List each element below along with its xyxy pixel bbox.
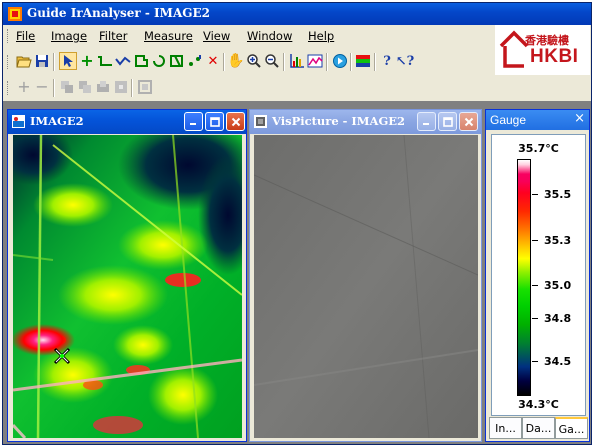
crosshair-icon[interactable]: +	[78, 52, 96, 70]
gauge-tick	[532, 318, 538, 319]
toolbar-separator	[131, 79, 133, 97]
fit-icon[interactable]	[136, 78, 154, 96]
tab-gauge[interactable]: Ga...	[555, 417, 588, 439]
vis-window-icon	[254, 115, 267, 128]
profile-icon[interactable]	[306, 52, 324, 70]
gauge-tick-label: 35.5	[544, 188, 572, 201]
image-window-title: IMAGE2	[30, 114, 84, 128]
toolbar-grip[interactable]	[7, 81, 11, 95]
window-title: Guide IrAnalyser - IMAGE2	[27, 6, 211, 20]
gauge-tick-label: 35.0	[544, 279, 572, 292]
pointer-icon[interactable]	[59, 52, 77, 70]
secondary-toolbar: + −	[3, 75, 591, 101]
gauge-body: 35.7°C 35.5 35.3 35.0 34.8 34.5 34.3°C	[491, 134, 586, 416]
split-icon[interactable]	[112, 78, 130, 96]
line-icon[interactable]	[96, 52, 114, 70]
app-icon	[8, 7, 22, 21]
toolbar-separator	[53, 79, 55, 97]
save-icon[interactable]	[33, 52, 51, 70]
panel-tabs: In... Da... Ga...	[489, 417, 588, 439]
minimize-button[interactable]	[417, 112, 436, 131]
toolbar-separator	[326, 53, 328, 71]
remove-icon[interactable]: −	[33, 78, 51, 96]
color-scale-bar[interactable]	[517, 159, 531, 396]
vis-window-title: VisPicture - IMAGE2	[272, 114, 406, 128]
gauge-close-icon[interactable]: ×	[574, 111, 585, 126]
company-logo: 香港驗樓 HKBI	[495, 25, 590, 75]
context-help-icon[interactable]: ↖?	[396, 52, 415, 70]
menu-filter[interactable]: Filter	[99, 29, 127, 43]
help-icon[interactable]: ?	[378, 52, 396, 70]
image-window-icon	[12, 115, 25, 128]
toolbar-separator	[283, 53, 285, 71]
menu-image[interactable]: Image	[51, 29, 87, 43]
freehand-icon[interactable]	[150, 52, 168, 70]
maximize-button[interactable]	[205, 112, 224, 131]
tab-data[interactable]: Da...	[522, 417, 555, 439]
delete-icon[interactable]: ✕	[204, 52, 222, 70]
gauge-tick	[532, 361, 538, 362]
gauge-tick-label: 35.3	[544, 234, 572, 247]
maximize-button[interactable]	[438, 112, 457, 131]
menu-help[interactable]: Help	[308, 29, 334, 43]
gauge-max-temp: 35.7°C	[518, 142, 559, 155]
menu-window[interactable]: Window	[247, 29, 292, 43]
toolbar-separator	[53, 53, 55, 71]
polygon-icon[interactable]	[132, 52, 150, 70]
menu-view[interactable]: View	[203, 29, 230, 43]
close-button[interactable]	[226, 112, 245, 131]
gauge-tick	[532, 285, 538, 286]
toolbar-separator	[350, 53, 352, 71]
gauge-tick	[532, 194, 538, 195]
copy2-icon[interactable]	[76, 78, 94, 96]
title-bar[interactable]: Guide IrAnalyser - IMAGE2	[3, 3, 591, 25]
thermal-image[interactable]	[13, 135, 242, 438]
open-icon[interactable]	[15, 52, 33, 70]
histogram-icon[interactable]	[288, 52, 306, 70]
add-icon[interactable]: +	[15, 78, 33, 96]
gauge-tick-label: 34.8	[544, 312, 572, 325]
vis-window-titlebar[interactable]: VisPicture - IMAGE2	[250, 110, 481, 134]
visual-photo[interactable]	[254, 135, 478, 438]
gauge-min-temp: 34.3°C	[518, 398, 559, 411]
image-window-titlebar[interactable]: IMAGE2	[8, 110, 246, 134]
palette-icon[interactable]	[354, 52, 372, 70]
menubar-grip[interactable]	[7, 29, 11, 43]
zoom-in-icon[interactable]	[245, 52, 263, 70]
pan-icon[interactable]: ✋	[227, 52, 245, 70]
copy-icon[interactable]	[58, 78, 76, 96]
close-button[interactable]	[459, 112, 478, 131]
menu-file[interactable]: File	[16, 29, 35, 43]
logo-english-text: HKBI	[530, 46, 579, 67]
gauge-titlebar[interactable]: Gauge ×	[486, 110, 589, 130]
toolbar-grip[interactable]	[7, 55, 11, 69]
polyline-icon[interactable]	[114, 52, 132, 70]
zoom-out-icon[interactable]	[263, 52, 281, 70]
toolbar-separator	[374, 53, 376, 71]
gauge-panel: Gauge × 35.7°C 35.5 35.3 35.0 34.8 34.5 …	[485, 109, 590, 442]
gauge-tick-label: 34.5	[544, 355, 572, 368]
gauge-tick	[532, 240, 538, 241]
tab-info[interactable]: In...	[489, 417, 522, 439]
minimize-button[interactable]	[184, 112, 203, 131]
toolbar-separator	[223, 53, 225, 71]
play-icon[interactable]	[331, 52, 349, 70]
gauge-title: Gauge	[490, 113, 527, 127]
vis-picture-window[interactable]: VisPicture - IMAGE2	[249, 109, 482, 442]
app-window: Guide IrAnalyser - IMAGE2 File Image Fil…	[2, 2, 592, 445]
image-window[interactable]: IMAGE2	[7, 109, 247, 442]
rectangle-icon[interactable]	[168, 52, 186, 70]
merge-icon[interactable]	[94, 78, 112, 96]
menu-measure[interactable]: Measure	[144, 29, 193, 43]
spot-move-icon[interactable]	[186, 52, 204, 70]
